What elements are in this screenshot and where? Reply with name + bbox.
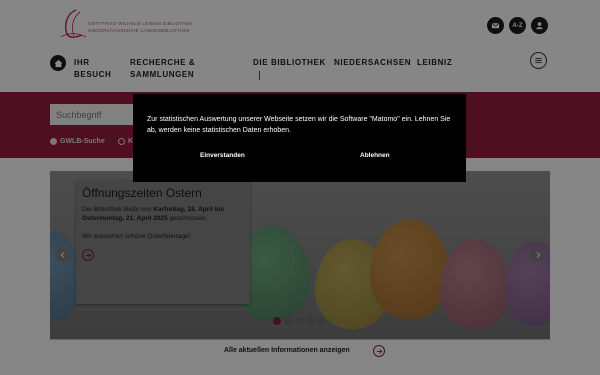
tracking-consent-dialog: Zur statistischen Auswertung unserer Web… [133,94,466,182]
decline-button[interactable]: Ablehnen [360,152,390,159]
consent-text: Zur statistischen Auswertung unserer Web… [147,116,451,134]
accept-button[interactable]: Einverstanden [200,152,245,159]
modal-backdrop [0,0,600,375]
